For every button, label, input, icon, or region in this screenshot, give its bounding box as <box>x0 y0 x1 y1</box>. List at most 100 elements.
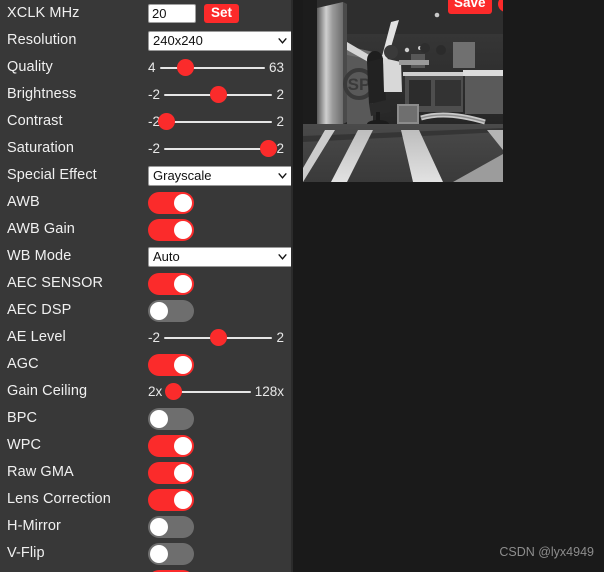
setting-label-brightness: Brightness <box>7 86 77 102</box>
contrast-slider-thumb[interactable] <box>157 113 175 130</box>
aec-sensor-toggle-knob <box>174 274 192 293</box>
setting-label-quality: Quality <box>7 59 53 75</box>
setting-control-brightness: -2 2 <box>148 81 284 108</box>
setting-control-wpc <box>148 432 284 459</box>
v-flip-toggle[interactable] <box>148 542 194 565</box>
raw-gma-toggle[interactable] <box>148 461 194 484</box>
ae-level-slider-thumb[interactable] <box>209 329 227 346</box>
setting-control-agc <box>148 351 284 378</box>
setting-control-wb-mode: Auto <box>148 243 291 270</box>
setting-row-h-mirror: H-Mirror <box>5 513 284 540</box>
setting-control-ae-level: -2 2 <box>148 324 284 351</box>
wb-mode-select[interactable]: Auto <box>148 246 291 267</box>
setting-control-awb <box>148 189 284 216</box>
xclk-mhz-set-button[interactable]: Set <box>204 4 240 23</box>
quality-slider-min-label: 4 <box>148 59 156 75</box>
saturation-slider-thumb[interactable] <box>259 140 277 157</box>
raw-gma-toggle-knob <box>174 463 192 482</box>
settings-panel: XCLK MHz Set Resolution 240x240 Quality 4 63 Br… <box>0 0 293 572</box>
ae-level-slider-track[interactable] <box>164 329 273 346</box>
brightness-slider-track[interactable] <box>164 86 273 103</box>
setting-label-aec-sensor: AEC SENSOR <box>7 275 104 291</box>
setting-label-bpc: BPC <box>7 410 38 426</box>
special-effect-select[interactable]: Grayscale <box>148 165 291 186</box>
xclk-mhz-input[interactable] <box>148 4 196 23</box>
ae-level-slider[interactable]: -2 2 <box>148 329 284 346</box>
setting-label-saturation: Saturation <box>7 140 75 156</box>
bpc-toggle[interactable] <box>148 407 194 430</box>
contrast-slider[interactable]: -2 2 <box>148 113 284 130</box>
ae-level-slider-max-label: 2 <box>276 329 284 345</box>
contrast-slider-track[interactable] <box>157 113 273 130</box>
agc-toggle[interactable] <box>148 353 194 376</box>
setting-label-wpc: WPC <box>7 437 42 453</box>
gain-ceiling-slider[interactable]: 2x 128x <box>148 383 284 400</box>
setting-label-ae-level: AE Level <box>7 329 66 345</box>
setting-label-raw-gma: Raw GMA <box>7 464 74 480</box>
setting-control-aec-sensor <box>148 270 284 297</box>
quality-slider[interactable]: 4 63 <box>148 59 284 76</box>
resolution-select[interactable]: 240x240 <box>148 30 291 51</box>
setting-label-xclk-mhz: XCLK MHz <box>7 5 80 21</box>
lens-correction-toggle[interactable] <box>148 488 194 511</box>
setting-row-resolution: Resolution 240x240 <box>5 27 291 54</box>
setting-label-wb-mode: WB Mode <box>7 248 72 264</box>
setting-row-raw-gma: Raw GMA <box>5 459 284 486</box>
setting-control-saturation: -2 2 <box>148 135 284 162</box>
setting-control-resolution: 240x240 <box>148 27 291 54</box>
ae-level-slider-min-label: -2 <box>148 329 161 345</box>
wpc-toggle-knob <box>174 436 192 455</box>
setting-label-special-effect: Special Effect <box>7 167 97 183</box>
setting-control-aec-dsp <box>148 297 284 324</box>
gain-ceiling-slider-thumb[interactable] <box>164 383 182 400</box>
setting-row-wpc: WPC <box>5 432 284 459</box>
saturation-slider[interactable]: -2 2 <box>148 140 284 157</box>
wpc-toggle[interactable] <box>148 434 194 457</box>
awb-toggle[interactable] <box>148 191 194 214</box>
setting-row-awb-gain: AWB Gain <box>5 216 284 243</box>
setting-control-dcw-partial <box>148 567 284 572</box>
quality-slider-track[interactable] <box>159 59 266 76</box>
setting-row-saturation: Saturation -2 2 <box>5 135 284 162</box>
camera-frame-image[interactable]: SP <box>303 0 503 182</box>
setting-row-awb: AWB <box>5 189 284 216</box>
brightness-slider[interactable]: -2 2 <box>148 86 284 103</box>
setting-row-lens-correction: Lens Correction <box>5 486 284 513</box>
watermark: CSDN @lyx4949 <box>499 545 594 559</box>
setting-row-xclk-mhz: XCLK MHz Set <box>5 0 284 27</box>
setting-label-gain-ceiling: Gain Ceiling <box>7 383 88 399</box>
h-mirror-toggle-knob <box>150 517 168 536</box>
close-icon[interactable]: × <box>497 0 503 12</box>
v-flip-toggle-knob <box>150 544 168 563</box>
setting-row-bpc: BPC <box>5 405 284 432</box>
gain-ceiling-slider-track[interactable] <box>164 383 252 400</box>
quality-slider-thumb[interactable] <box>177 59 195 76</box>
setting-control-lens-correction <box>148 486 284 513</box>
awb-gain-toggle[interactable] <box>148 218 194 241</box>
save-button[interactable]: Save <box>448 0 492 14</box>
setting-row-contrast: Contrast -2 2 <box>5 108 284 135</box>
stream-figure: SP Save <box>303 0 503 182</box>
awb-toggle-knob <box>174 193 192 212</box>
wb-mode-select-wrap: Auto <box>148 246 291 267</box>
setting-row-aec-dsp: AEC DSP <box>5 297 284 324</box>
stream-overlay-buttons: Save × <box>448 0 503 14</box>
bpc-toggle-knob <box>150 409 168 428</box>
h-mirror-toggle[interactable] <box>148 515 194 538</box>
setting-row-agc: AGC <box>5 351 284 378</box>
setting-control-quality: 4 63 <box>148 54 284 81</box>
setting-row-gain-ceiling: Gain Ceiling 2x 128x <box>5 378 284 405</box>
setting-label-agc: AGC <box>7 356 39 372</box>
aec-sensor-toggle[interactable] <box>148 272 194 295</box>
brightness-slider-thumb[interactable] <box>209 86 227 103</box>
saturation-slider-track[interactable] <box>164 140 277 157</box>
setting-control-bpc <box>148 405 284 432</box>
contrast-slider-max-label: 2 <box>276 113 284 129</box>
agc-toggle-knob <box>174 355 192 374</box>
setting-row-dcw-partial <box>5 567 284 572</box>
saturation-slider-min-label: -2 <box>148 140 161 156</box>
brightness-slider-min-label: -2 <box>148 86 161 102</box>
setting-control-h-mirror <box>148 513 284 540</box>
resolution-select-wrap: 240x240 <box>148 30 291 51</box>
aec-dsp-toggle[interactable] <box>148 299 194 322</box>
